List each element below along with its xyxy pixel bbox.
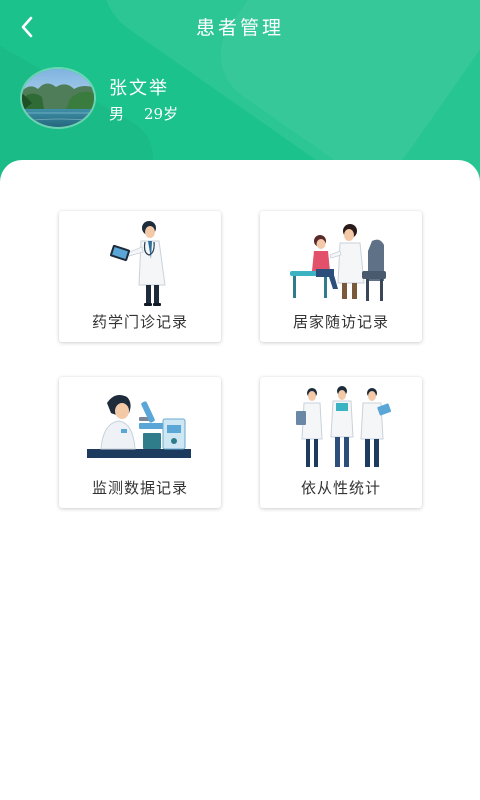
patient-name: 张文举 [109,78,169,99]
page-title: 患者管理 [195,17,284,39]
doctor-with-tablet-illustration [109,221,166,306]
scientist-microscope-illustration [87,395,191,458]
medical-team-illustration [296,386,392,467]
monitoring-data-records-card[interactable]: 监测数据记录 [59,377,221,508]
patient-management-screen: 患者管理 张文举 男 29岁 药学门诊记录 居家随访记录 监测数据记录 依从性统… [0,0,480,800]
card-label: 依从性统计 [300,479,381,497]
pharmacy-clinic-records-card[interactable]: 药学门诊记录 [59,211,221,342]
card-label: 监测数据记录 [91,479,188,497]
patient-age: 29岁 [144,105,179,123]
avatar[interactable] [20,67,96,129]
card-label: 居家随访记录 [292,313,389,331]
doctor-examining-child-illustration [290,224,386,301]
patient-info: 男 29岁 [109,103,178,124]
compliance-statistics-card[interactable]: 依从性统计 [260,377,422,508]
card-label: 药学门诊记录 [91,313,188,331]
patient-gender: 男 [109,105,125,123]
home-follow-up-records-card[interactable]: 居家随访记录 [260,211,422,342]
